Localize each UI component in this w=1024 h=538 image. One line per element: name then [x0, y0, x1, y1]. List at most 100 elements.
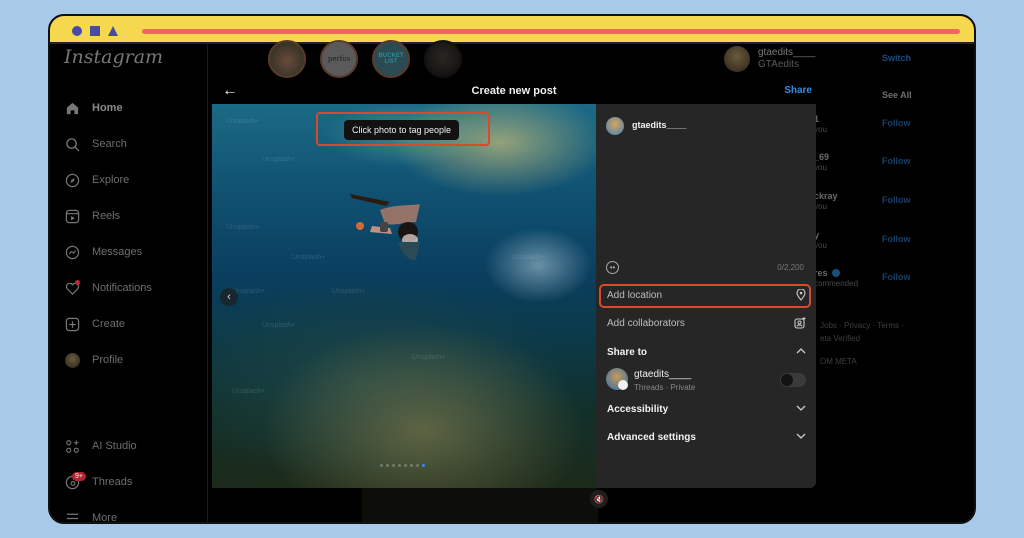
watermark: Unsplash+: [262, 156, 296, 163]
video-controls-bar: [362, 488, 598, 522]
carousel-dots: [380, 464, 425, 467]
carousel-dot: [386, 464, 389, 467]
watermark: Unsplash+: [232, 388, 266, 395]
sidebar-item-label: Reels: [92, 210, 121, 222]
suggestion-item: y you Follow: [814, 230, 911, 250]
add-collaborator-icon: [794, 317, 806, 332]
switch-account-link[interactable]: Switch: [882, 53, 911, 63]
add-collaborators-field[interactable]: Add collaborators: [596, 312, 816, 336]
post-photo[interactable]: Unsplash+ Unsplash+ Unsplash+ Unsplash+ …: [212, 104, 596, 488]
chevron-down-icon: [796, 403, 806, 415]
follow-button[interactable]: Follow: [882, 156, 911, 166]
story-item[interactable]: [268, 40, 306, 78]
story-item[interactable]: [424, 40, 462, 78]
chevron-down-icon: [796, 431, 806, 443]
watermark: Unsplash+: [512, 254, 546, 261]
accessibility-section[interactable]: Accessibility: [596, 398, 816, 422]
title-bar: [50, 16, 974, 44]
caption-input[interactable]: [606, 140, 806, 256]
sidebar-item-notifications[interactable]: Notifications: [64, 276, 152, 300]
sidebar-item-ai-studio[interactable]: AI Studio: [64, 434, 137, 458]
suggestion-item: _69 you Follow: [814, 152, 911, 172]
account-username[interactable]: gtaedits____: [758, 47, 815, 58]
sidebar-item-label: Notifications: [92, 282, 152, 294]
watermark: Unsplash+: [292, 254, 326, 261]
sidebar-item-reels[interactable]: Reels: [64, 204, 120, 228]
sidebar-item-profile[interactable]: Profile: [64, 348, 123, 372]
threads-badge: 9+: [72, 472, 86, 481]
watermark: Unsplash+: [226, 224, 260, 231]
sidebar-item-label: AI Studio: [92, 440, 137, 452]
suggestion-item: 1 you Follow: [814, 114, 911, 134]
ai-studio-icon: [64, 438, 80, 454]
sidebar-item-label: More: [92, 512, 118, 524]
search-icon: [64, 136, 80, 152]
watermark: Unsplash+: [226, 118, 260, 125]
tag-people-tooltip: Click photo to tag people: [344, 120, 460, 140]
watermark: Unsplash+: [332, 288, 366, 295]
circle-shape-icon: [72, 26, 82, 36]
avatar: [64, 352, 80, 368]
sidebar-item-label: Home: [92, 102, 123, 114]
avatar: [606, 117, 624, 135]
share-button[interactable]: Share: [784, 85, 812, 96]
carousel-dot: [392, 464, 395, 467]
chevron-up-icon: [796, 346, 806, 358]
sidebar-item-label: Messages: [92, 246, 143, 258]
notification-dot: [75, 280, 80, 285]
suggestion-item: ckray you Follow: [814, 191, 911, 211]
footer-meta-verified[interactable]: eta Verified: [820, 334, 860, 343]
sidebar-item-label: Search: [92, 138, 127, 150]
triangle-shape-icon: [108, 26, 118, 36]
threads-logo-icon: [618, 380, 628, 390]
messenger-icon: [64, 244, 80, 260]
follow-button[interactable]: Follow: [882, 118, 911, 128]
sidebar-item-explore[interactable]: Explore: [64, 168, 129, 192]
sidebar-item-more[interactable]: More: [64, 506, 118, 524]
advanced-settings-section[interactable]: Advanced settings: [596, 426, 816, 450]
post-details-panel: gtaedits____ •• 0/2,200 Add location Add…: [596, 104, 816, 488]
footer-copyright: OM META: [820, 357, 857, 366]
carousel-dot: [410, 464, 413, 467]
carousel-dot: [416, 464, 419, 467]
sidebar-item-home[interactable]: Home: [64, 96, 123, 120]
story-item[interactable]: BUCKET LIST: [372, 40, 410, 78]
modal-title: Create new post: [471, 85, 557, 97]
account-avatar[interactable]: [724, 46, 750, 72]
see-all-link[interactable]: See All: [882, 90, 912, 100]
toggle-knob: [781, 374, 793, 386]
carousel-dot: [404, 464, 407, 467]
sidebar-item-threads[interactable]: 9+ Threads: [64, 470, 132, 494]
carousel-dot: [398, 464, 401, 467]
sidebar-item-label: Profile: [92, 354, 124, 366]
compass-icon: [64, 172, 80, 188]
story-item[interactable]: perfos: [320, 40, 358, 78]
plus-square-icon: [64, 316, 80, 332]
panel-username: gtaedits____: [632, 120, 687, 130]
account-display-name: GTAedits: [758, 59, 799, 70]
threads-username: gtaedits____: [634, 369, 692, 380]
share-to-threads-toggle[interactable]: [780, 373, 806, 387]
share-to-section[interactable]: Share to: [596, 341, 816, 365]
watermark: Unsplash+: [262, 322, 296, 329]
location-pin-icon: [796, 288, 806, 304]
sidebar-item-label: Create: [92, 318, 126, 330]
square-shape-icon: [90, 26, 100, 36]
sidebar-item-search[interactable]: Search: [64, 132, 127, 156]
sidebar-item-messages[interactable]: Messages: [64, 240, 142, 264]
carousel-prev-button[interactable]: ‹: [220, 288, 238, 306]
sidebar-item-create[interactable]: Create: [64, 312, 125, 336]
verified-icon: [832, 269, 840, 277]
threads-icon: 9+: [64, 472, 86, 490]
instagram-logo[interactable]: Instagram: [64, 46, 163, 68]
follow-button[interactable]: Follow: [882, 195, 911, 205]
mute-icon[interactable]: 🔇: [590, 490, 608, 508]
follow-button[interactable]: Follow: [882, 234, 911, 244]
carousel-dot: [380, 464, 383, 467]
threads-privacy: Threads · Private: [634, 383, 696, 392]
sidebar-item-label: Threads: [92, 476, 133, 488]
follow-button[interactable]: Follow: [882, 272, 911, 282]
add-location-field[interactable]: Add location: [596, 284, 816, 308]
footer-links[interactable]: Jobs · Privacy · Terms ·: [820, 321, 904, 330]
emoji-icon[interactable]: ••: [606, 261, 619, 274]
